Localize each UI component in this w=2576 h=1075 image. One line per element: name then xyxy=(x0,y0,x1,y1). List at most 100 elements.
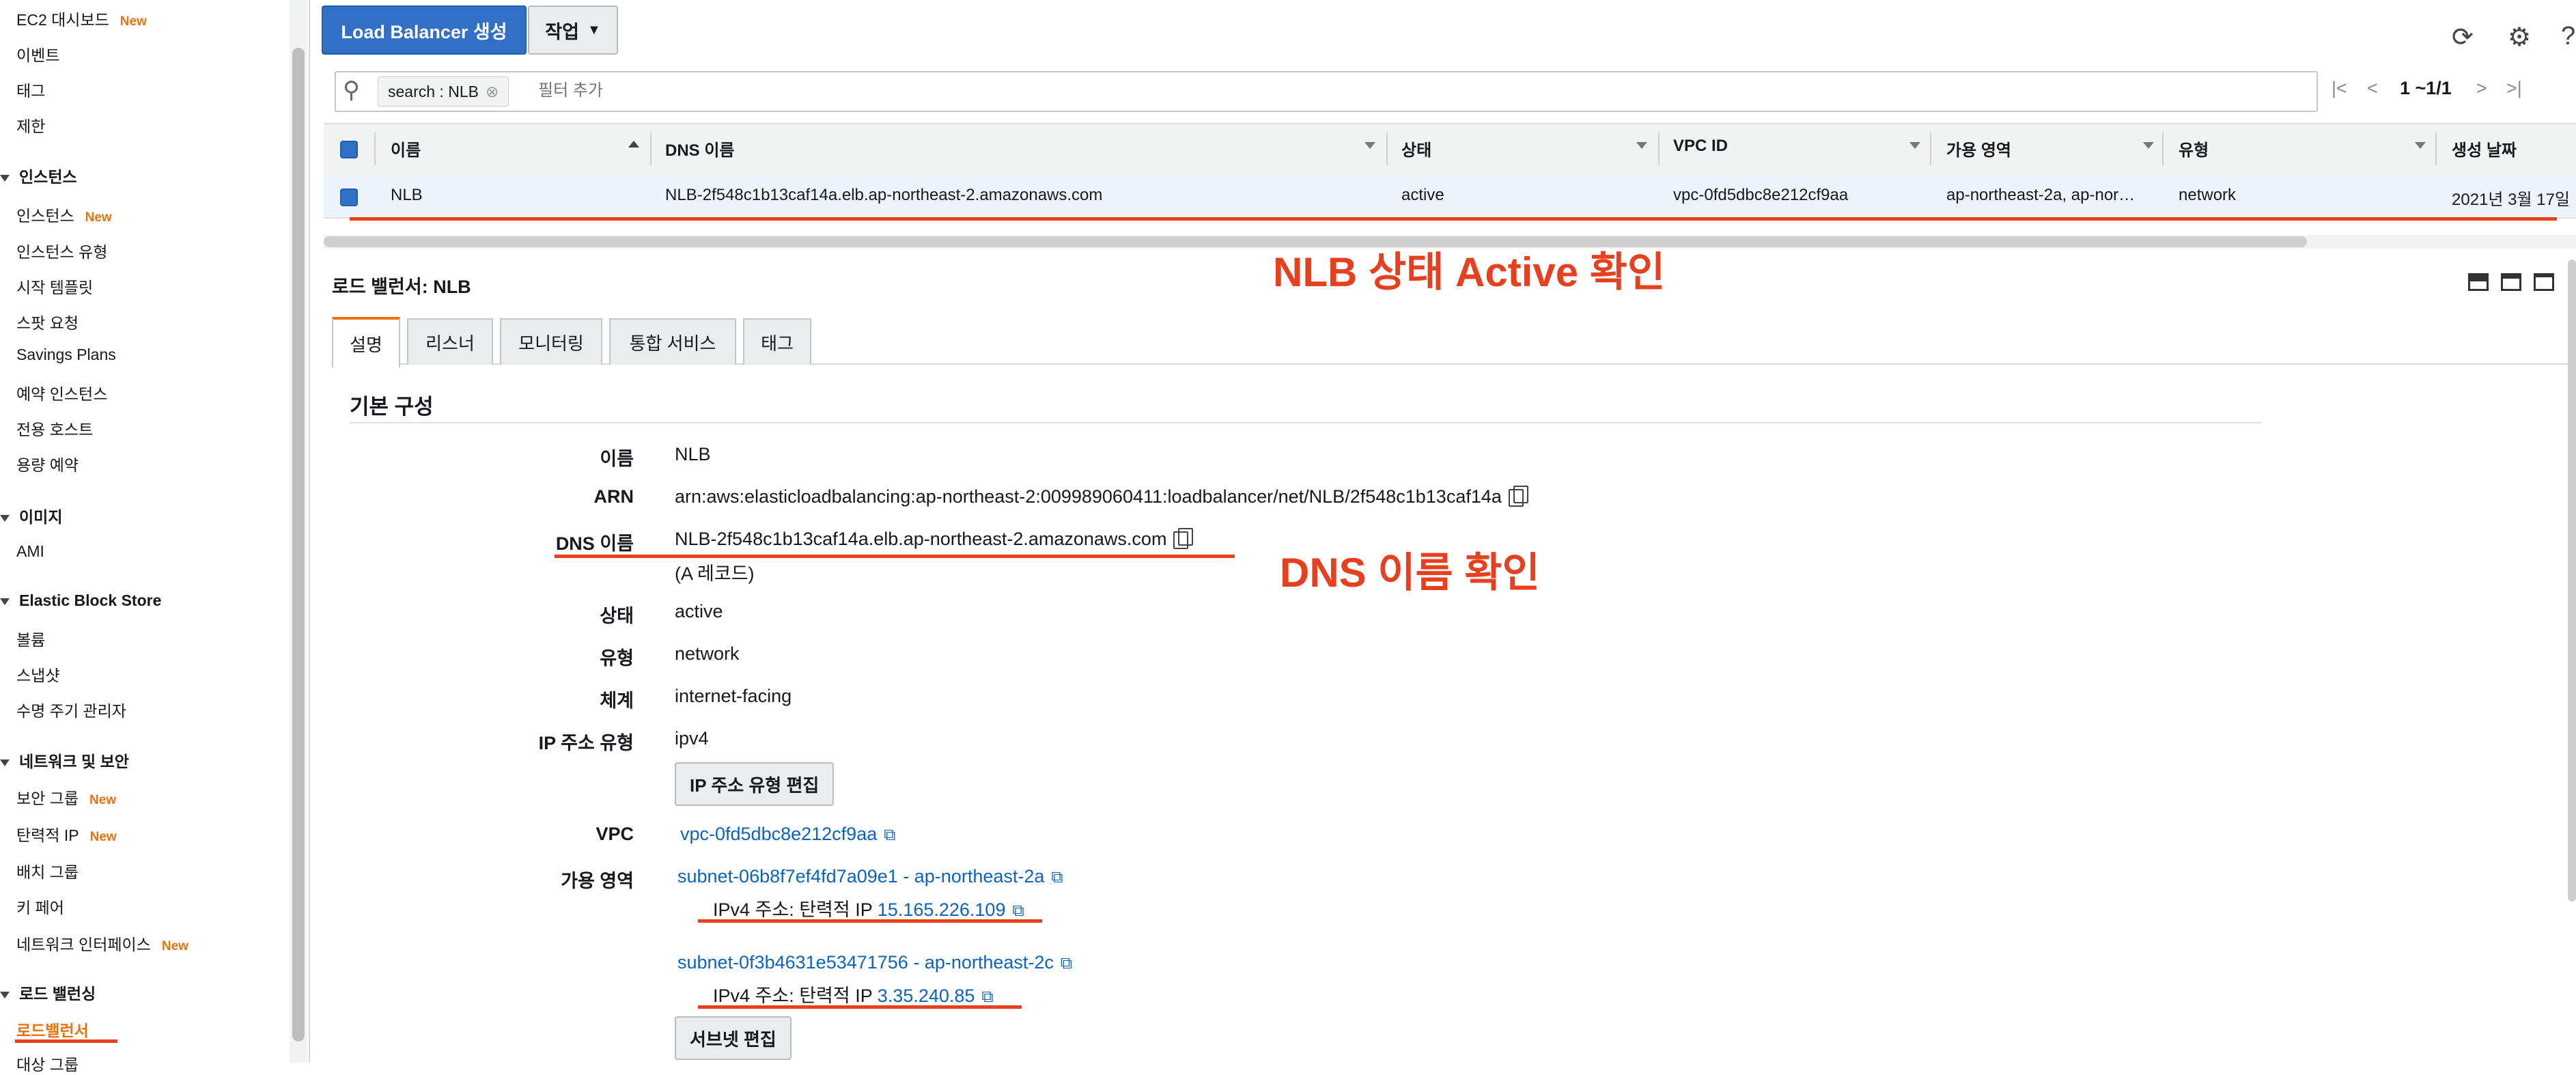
sidebar-item-events[interactable]: 이벤트 xyxy=(16,42,59,66)
column-divider xyxy=(1930,132,1931,165)
subnet-link[interactable]: subnet-06b8f7ef4fd7a09e1 - ap-northeast-… xyxy=(677,866,1044,886)
external-link-icon[interactable]: ⧉ xyxy=(1051,868,1063,887)
cell-az: ap-northeast-2a, ap-nor… xyxy=(1946,186,2136,204)
prev-page-icon[interactable]: < xyxy=(2367,78,2378,99)
column-header-type[interactable]: 유형 xyxy=(2179,137,2209,160)
collapse-caret-icon xyxy=(0,598,10,605)
pane-bottom-icon[interactable] xyxy=(2468,273,2489,291)
tab-listeners[interactable]: 리스너 xyxy=(407,318,493,365)
sidebar-item-instance-types[interactable]: 인스턴스 유형 xyxy=(16,239,107,262)
copy-icon[interactable] xyxy=(1508,485,1528,507)
table-row[interactable] xyxy=(324,175,2576,219)
sidebar-item-label: 탄력적 IP xyxy=(16,826,79,844)
sidebar-item-reserved-instances[interactable]: 예약 인스턴스 xyxy=(16,381,107,404)
sidebar-item-ami[interactable]: AMI xyxy=(16,542,44,561)
eip-link[interactable]: 3.35.240.85 xyxy=(878,986,975,1006)
sidebar-item-limits[interactable]: 제한 xyxy=(16,113,45,137)
column-header-az[interactable]: 가용 영역 xyxy=(1946,137,2011,160)
close-icon[interactable]: ⊗ xyxy=(486,83,499,101)
detail-scrollbar[interactable] xyxy=(2568,260,2576,902)
sidebar-item-spot-requests[interactable]: 스팟 요청 xyxy=(16,310,79,333)
column-header-name[interactable]: 이름 xyxy=(391,137,421,160)
column-divider xyxy=(2162,132,2164,165)
sidebar-item-volumes[interactable]: 볼륨 xyxy=(16,627,45,650)
sidebar-item-load-balancers[interactable]: 로드밸런서 xyxy=(16,1018,89,1041)
edit-subnets-button[interactable]: 서브넷 편집 xyxy=(675,1016,792,1060)
vpc-link[interactable]: vpc-0fd5dbc8e212cf9aa xyxy=(680,824,877,844)
first-page-icon[interactable]: |< xyxy=(2332,78,2347,99)
section-divider xyxy=(350,422,2262,423)
gear-icon[interactable]: ⚙ xyxy=(2508,22,2531,53)
sidebar-item-instances[interactable]: 인스턴스 New xyxy=(16,203,112,226)
column-header-vpc[interactable]: VPC ID xyxy=(1673,137,1728,156)
sidebar-item-tags[interactable]: 태그 xyxy=(16,78,45,101)
next-page-icon[interactable]: > xyxy=(2476,78,2487,99)
tab-description[interactable]: 설명 xyxy=(332,317,400,367)
create-load-balancer-button[interactable]: Load Balancer 생성 xyxy=(322,5,527,55)
sort-caret-icon[interactable] xyxy=(2415,142,2426,149)
help-icon[interactable]: ? xyxy=(2561,22,2575,51)
external-link-icon[interactable]: ⧉ xyxy=(884,826,895,845)
subnet-link[interactable]: subnet-0f3b4631e53471756 - ap-northeast-… xyxy=(677,952,1054,973)
row-checkbox[interactable] xyxy=(340,189,358,206)
label-ip-type: IP 주소 유형 xyxy=(538,733,634,753)
label-name: 이름 xyxy=(600,449,634,469)
column-divider xyxy=(374,132,376,165)
tab-integrated-services[interactable]: 통합 서비스 xyxy=(609,318,736,365)
sidebar-item-placement-groups[interactable]: 배치 그룹 xyxy=(16,859,79,882)
sidebar-item-launch-templates[interactable]: 시작 템플릿 xyxy=(16,275,93,298)
label-arn: ARN xyxy=(593,486,634,507)
sidebar-item-elastic-ips[interactable]: 탄력적 IP New xyxy=(16,822,117,846)
sidebar-group-network-security[interactable]: 네트워크 및 보안 xyxy=(0,749,129,772)
sidebar-item-key-pairs[interactable]: 키 페어 xyxy=(16,895,64,918)
sidebar-group-instances[interactable]: 인스턴스 xyxy=(0,164,77,187)
table-header xyxy=(324,123,2576,178)
sort-caret-icon[interactable] xyxy=(1909,142,1920,149)
pane-split-icon[interactable] xyxy=(2501,273,2521,291)
sort-caret-icon[interactable] xyxy=(2143,142,2154,149)
sidebar-group-load-balancing[interactable]: 로드 밸런싱 xyxy=(0,981,96,1004)
pane-maximize-icon[interactable] xyxy=(2534,273,2554,291)
eip-link[interactable]: 15.165.226.109 xyxy=(878,899,1006,920)
actions-dropdown[interactable]: 작업 ▼ xyxy=(528,5,618,55)
tab-tags[interactable]: 태그 xyxy=(743,318,811,365)
copy-icon[interactable] xyxy=(1173,527,1194,549)
external-link-icon[interactable]: ⧉ xyxy=(1012,902,1024,921)
column-divider xyxy=(1658,132,1660,165)
sidebar-item-security-groups[interactable]: 보안 그룹 New xyxy=(16,785,116,809)
column-header-dns[interactable]: DNS 이름 xyxy=(665,137,735,160)
sidebar-item-dedicated-hosts[interactable]: 전용 호스트 xyxy=(16,417,93,440)
select-all-checkbox[interactable] xyxy=(340,141,358,158)
sidebar-item-ec2-dashboard[interactable]: EC2 대시보드 New xyxy=(16,7,147,30)
column-header-state[interactable]: 상태 xyxy=(1401,137,1431,160)
sidebar-item-lifecycle-manager[interactable]: 수명 주기 관리자 xyxy=(16,698,126,721)
filter-input[interactable] xyxy=(537,78,1359,104)
sidebar-item-network-interfaces[interactable]: 네트워크 인터페이스 New xyxy=(16,932,188,955)
refresh-icon[interactable]: ⟳ xyxy=(2452,22,2474,53)
sort-caret-icon[interactable] xyxy=(1364,142,1375,149)
collapse-caret-icon xyxy=(0,174,10,182)
external-link-icon[interactable]: ⧉ xyxy=(1061,954,1072,973)
sidebar-item-capacity-reservations[interactable]: 용량 예약 xyxy=(16,452,79,475)
value-vpc[interactable]: vpc-0fd5dbc8e212cf9aa ⧉ xyxy=(680,824,895,845)
sidebar-item-snapshots[interactable]: 스냅샷 xyxy=(16,662,59,686)
label-state: 상태 xyxy=(600,606,634,626)
column-header-created[interactable]: 생성 날짜 xyxy=(2452,137,2517,160)
cell-vpc: vpc-0fd5dbc8e212cf9aa xyxy=(1673,186,1849,204)
external-link-icon[interactable]: ⧉ xyxy=(981,988,993,1007)
sidebar-group-ebs[interactable]: Elastic Block Store xyxy=(0,591,161,610)
sidebar-group-title: 네트워크 및 보안 xyxy=(19,753,129,770)
dns-record-note: (A 레코드) xyxy=(675,563,755,584)
value-subnet-1[interactable]: subnet-06b8f7ef4fd7a09e1 - ap-northeast-… xyxy=(677,866,1063,887)
sidebar-item-target-groups[interactable]: 대상 그룹 xyxy=(16,1052,79,1075)
edit-ip-type-button[interactable]: IP 주소 유형 편집 xyxy=(675,762,835,806)
tab-monitoring[interactable]: 모니터링 xyxy=(500,318,602,365)
filter-token[interactable]: search : NLB ⊗ xyxy=(378,76,509,107)
label-vpc: VPC xyxy=(596,824,634,844)
value-subnet-2[interactable]: subnet-0f3b4631e53471756 - ap-northeast-… xyxy=(677,952,1072,973)
sidebar-item-savings-plans[interactable]: Savings Plans xyxy=(16,346,116,364)
sort-ascending-icon[interactable] xyxy=(628,141,639,148)
sort-caret-icon[interactable] xyxy=(1636,142,1647,149)
sidebar-group-images[interactable]: 이미지 xyxy=(0,504,62,527)
last-page-icon[interactable]: >| xyxy=(2506,78,2522,99)
